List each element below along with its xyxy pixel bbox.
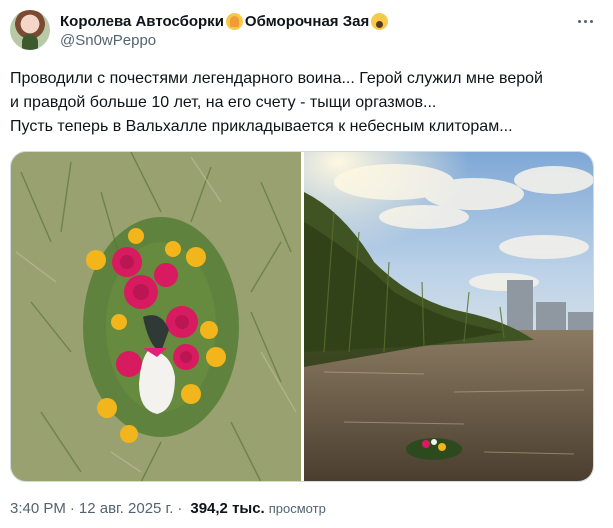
screaming-face-emoji-icon (371, 12, 389, 30)
tweet-text: Проводили с почестями легендарного воина… (10, 67, 606, 139)
meta-separator: · (177, 500, 183, 517)
tweet-date[interactable]: 12 авг. 2025 г. (79, 500, 173, 517)
flower-wreath-photo[interactable] (11, 152, 301, 482)
tweet-text-line: и правдой больше 10 лет, на его счету - … (10, 94, 437, 111)
views-label: просмотр (268, 501, 326, 516)
folded-hands-emoji-icon (225, 12, 243, 30)
media-grid (10, 151, 594, 482)
tweet-text-line: Пусть теперь в Вальхалле прикладывается … (10, 118, 513, 135)
avatar[interactable] (10, 10, 50, 50)
author-handle[interactable]: @Sn0wPeppo (60, 32, 156, 49)
views-count: 394,2 тыс. (190, 500, 265, 517)
tweet-time[interactable]: 3:40 PM (10, 500, 66, 517)
display-name-suffix[interactable]: Обморочная Зая (245, 13, 369, 30)
author-name-row[interactable]: Королева Автосборки Обморочная Зая (60, 11, 389, 31)
river-wreath-photo[interactable] (304, 152, 594, 482)
display-name[interactable]: Королева Автосборки (60, 13, 224, 30)
more-options-icon[interactable] (574, 12, 596, 30)
tweet-meta: 3:40 PM · 12 авг. 2025 г. · 394,2 тыс. п… (10, 500, 326, 517)
tweet-card: Королева Автосборки Обморочная Зая @Sn0w… (0, 0, 613, 528)
meta-separator: · (69, 500, 75, 517)
tweet-text-line: Проводили с почестями легендарного воина… (10, 70, 543, 87)
